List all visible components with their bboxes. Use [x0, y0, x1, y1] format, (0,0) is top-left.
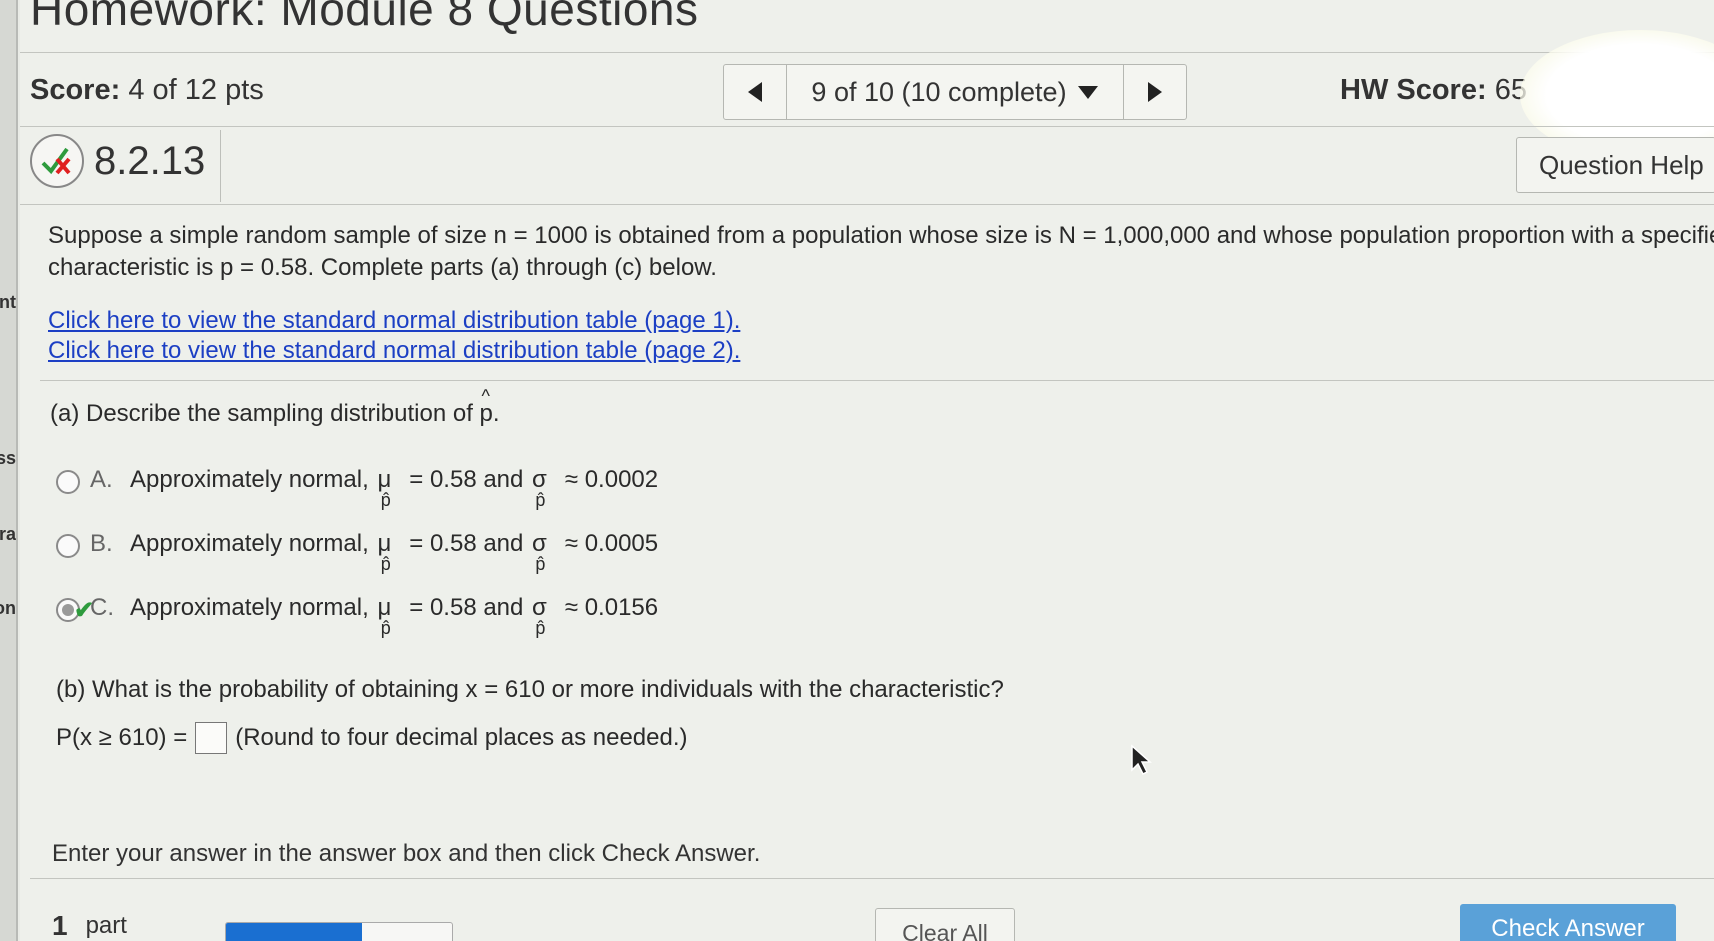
- option-letter: A.: [90, 466, 113, 493]
- option-sigma-value: ≈ 0.0005: [564, 530, 659, 557]
- option-letter: B.: [90, 530, 113, 557]
- question-text: Suppose a simple random sample of size n…: [48, 220, 1714, 284]
- check-answer-button[interactable]: Check Answer: [1460, 904, 1676, 941]
- option-c-radio[interactable]: ✔: [56, 597, 94, 624]
- progress-fill: [226, 923, 362, 941]
- part-a-text: (a) Describe the sampling distribution o…: [50, 400, 473, 427]
- score-label: Score:: [30, 74, 121, 106]
- divider: [20, 52, 1714, 53]
- left-fragment: on: [0, 598, 16, 618]
- hw-score-label: HW Score:: [1340, 74, 1487, 106]
- option-text: Approximately normal,: [130, 594, 369, 621]
- left-fragment: ra: [0, 524, 16, 544]
- part-a-prompt: (a) Describe the sampling distribution o…: [50, 386, 500, 428]
- option-letter: C.: [90, 594, 114, 621]
- instruction-text: Enter your answer in the answer box and …: [52, 840, 761, 867]
- triangle-left-icon: [748, 82, 762, 102]
- option-text: Approximately normal,: [130, 466, 369, 493]
- next-question-button[interactable]: [1124, 65, 1186, 119]
- question-id-row: 8.2.13: [30, 134, 205, 188]
- option-sigma-value: ≈ 0.0002: [564, 466, 659, 493]
- divider: [20, 204, 1714, 205]
- divider: [220, 130, 221, 202]
- parts-remaining: 1 part: [52, 910, 127, 941]
- question-help-button[interactable]: Question Help: [1516, 137, 1714, 193]
- probability-row: P(x ≥ 610) = (Round to four decimal plac…: [56, 722, 688, 754]
- rounding-hint: (Round to four decimal places as needed.…: [235, 724, 688, 751]
- left-fragment: ss: [0, 448, 16, 468]
- parts-count: 1: [52, 910, 68, 941]
- option-mu-value: = 0.58 and: [409, 594, 524, 621]
- option-c[interactable]: ✔ C. Approximately normal, μ p̂ = 0.58 an…: [56, 594, 659, 638]
- option-sigma-value: ≈ 0.0156: [564, 594, 659, 621]
- divider: [30, 878, 1714, 879]
- mu-symbol: μ p̂: [377, 466, 392, 510]
- score: Score: 4 of 12 pts: [30, 74, 264, 107]
- left-panel-strip: nt ss ra on: [0, 0, 18, 941]
- clear-all-button[interactable]: Clear All: [875, 908, 1015, 941]
- question-navigator: 9 of 10 (10 complete): [723, 64, 1187, 120]
- parts-label: part: [85, 912, 127, 939]
- homework-page: Homework: Module 8 Questions Score: 4 of…: [20, 0, 1714, 941]
- option-b-radio[interactable]: [56, 534, 80, 558]
- triangle-right-icon: [1148, 82, 1162, 102]
- question-body: Suppose a simple random sample of size n…: [48, 220, 1714, 366]
- hw-score: HW Score: 65: [1340, 74, 1527, 107]
- mu-symbol: μ p̂: [377, 594, 392, 638]
- question-id: 8.2.13: [94, 138, 206, 183]
- question-text-line: characteristic is p = 0.58. Complete par…: [48, 254, 717, 281]
- sigma-symbol: σ p̂: [532, 530, 547, 574]
- part-b-prompt: (b) What is the probability of obtaining…: [56, 676, 1004, 703]
- score-value: 4 of 12 pts: [128, 74, 264, 106]
- option-a-radio[interactable]: [56, 470, 80, 494]
- nav-status: 9 of 10 (10 complete): [811, 76, 1067, 107]
- mouse-cursor-icon: [1130, 744, 1152, 781]
- correct-check-icon: ✔: [74, 597, 95, 624]
- option-mu-value: = 0.58 and: [409, 466, 524, 493]
- partially-correct-icon: [30, 134, 84, 188]
- question-select-dropdown[interactable]: 9 of 10 (10 complete): [786, 65, 1124, 119]
- p-hat-symbol: p: [480, 386, 493, 428]
- sigma-symbol: σ p̂: [532, 466, 547, 510]
- normal-table-link-page-1[interactable]: Click here to view the standard normal d…: [48, 306, 1714, 336]
- divider: [20, 126, 1714, 127]
- divider: [40, 380, 1714, 381]
- module-title: Homework: Module 8 Questions: [30, 0, 699, 35]
- option-b[interactable]: B. Approximately normal, μ p̂ = 0.58 and …: [56, 530, 659, 574]
- sigma-symbol: σ p̂: [532, 594, 547, 638]
- progress-bar: [225, 922, 453, 941]
- option-a[interactable]: A. Approximately normal, μ p̂ = 0.58 and …: [56, 466, 659, 510]
- normal-table-link-page-2[interactable]: Click here to view the standard normal d…: [48, 336, 1714, 366]
- mu-symbol: μ p̂: [377, 530, 392, 574]
- option-mu-value: = 0.58 and: [409, 530, 524, 557]
- previous-question-button[interactable]: [724, 65, 786, 119]
- probability-label: P(x ≥ 610) =: [56, 724, 188, 751]
- answer-input[interactable]: [195, 722, 228, 754]
- option-text: Approximately normal,: [130, 530, 369, 557]
- caret-down-icon: [1077, 86, 1098, 99]
- left-fragment: nt: [0, 292, 16, 312]
- question-text-line: Suppose a simple random sample of size n…: [48, 222, 1714, 249]
